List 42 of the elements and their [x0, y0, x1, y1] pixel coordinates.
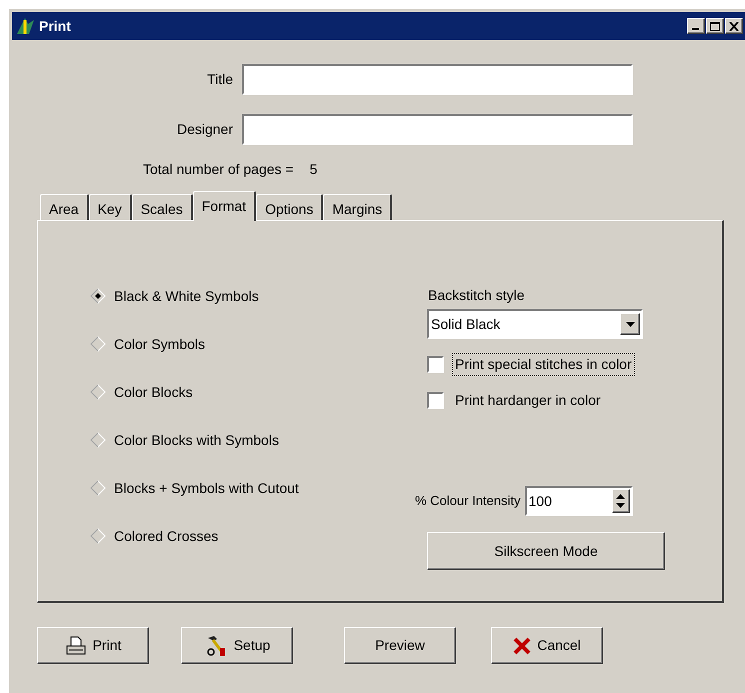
- printer-icon: [64, 636, 87, 656]
- maximize-button[interactable]: [706, 18, 724, 34]
- close-icon: [513, 636, 532, 654]
- dropdown-arrow-icon: [626, 322, 634, 326]
- action-button[interactable]: Preview: [344, 627, 456, 664]
- radio-option[interactable]: Blocks + Symbols with Cutout: [90, 478, 368, 498]
- radio-option[interactable]: Black & White Symbols: [90, 286, 368, 306]
- app-icon: [15, 16, 37, 36]
- checkbox[interactable]: [427, 392, 444, 409]
- backstitch-dropdown[interactable]: Solid Black: [427, 309, 643, 339]
- tab[interactable]: Margins: [323, 194, 392, 220]
- spinner-arrows-icon: [616, 494, 625, 508]
- field-label: Designer: [176, 120, 234, 139]
- tab[interactable]: Area: [40, 194, 89, 220]
- silkscreen-button[interactable]: Silkscreen Mode: [427, 532, 665, 570]
- minimize-icon: [692, 28, 698, 30]
- intensity-spinner[interactable]: 100: [524, 486, 632, 516]
- tab[interactable]: Key: [88, 194, 132, 220]
- radio-option[interactable]: Colored Crosses: [90, 526, 368, 546]
- tab[interactable]: Format: [192, 191, 256, 221]
- radio-option[interactable]: Color Blocks with Symbols: [90, 430, 368, 450]
- text-field[interactable]: [242, 114, 633, 145]
- checkbox[interactable]: [427, 356, 444, 373]
- text-field[interactable]: [242, 64, 633, 95]
- minimize-button[interactable]: [687, 18, 705, 34]
- maximize-icon: [710, 22, 720, 30]
- cancel-button[interactable]: Cancel: [491, 627, 603, 664]
- close-icon: [729, 22, 739, 30]
- radio-option[interactable]: Color Blocks: [90, 382, 368, 402]
- backstitch-label: Backstitch style: [428, 286, 526, 305]
- setup-button[interactable]: Setup: [181, 627, 293, 664]
- field-label: Title: [206, 70, 234, 89]
- tab[interactable]: Scales: [132, 194, 193, 220]
- total-pages-label: Total number of pages =: [143, 160, 294, 179]
- intensity-label: % Colour Intensity: [415, 492, 520, 510]
- total-pages-value: 5: [310, 160, 318, 179]
- tab[interactable]: Options: [256, 194, 324, 220]
- window-title: Print: [39, 16, 71, 36]
- print-button[interactable]: Print: [37, 627, 149, 664]
- checkbox-option[interactable]: Print hardanger in color: [427, 389, 665, 412]
- close-button[interactable]: [725, 18, 743, 34]
- radio-option[interactable]: Color Symbols: [90, 334, 368, 354]
